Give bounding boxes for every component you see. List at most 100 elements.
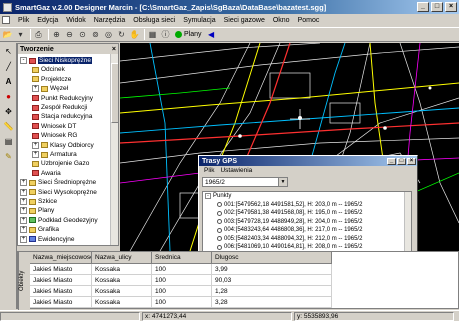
table-cell[interactable]: 1,28: [212, 286, 332, 297]
table-row[interactable]: Jakieś Miasto Kossaka 100 3,99: [30, 264, 332, 275]
expand-icon[interactable]: +: [32, 85, 39, 93]
menu-pomoc[interactable]: Pomoc: [294, 17, 324, 24]
tree-item[interactable]: + Szkice: [20, 197, 57, 206]
table-cell[interactable]: 90,03: [212, 275, 332, 286]
menu-sieci-gazowe[interactable]: Sieci gazowe: [220, 17, 269, 24]
expand-icon[interactable]: +: [20, 198, 27, 205]
gps-menu-ustawienia[interactable]: Ustawienia: [217, 167, 255, 174]
tree-item[interactable]: Zespół Redukcji: [32, 103, 87, 112]
measure-tool-icon[interactable]: 📏: [2, 120, 15, 132]
info-icon[interactable]: ⓘ: [160, 29, 171, 40]
expand-icon[interactable]: +: [32, 141, 39, 149]
gps-minimize-button[interactable]: _: [387, 157, 396, 165]
menu-okno[interactable]: Okno: [269, 17, 294, 24]
zoom-in-icon[interactable]: ⊕: [51, 29, 62, 40]
tree-item[interactable]: + Klasy Odbiorcy: [32, 141, 94, 150]
tree-item[interactable]: + Armatura: [32, 150, 77, 159]
gps-point-item[interactable]: 003:[5479728,19 4488949,28], H: 204,0 m …: [203, 218, 411, 227]
table-cell[interactable]: Kossaka: [92, 264, 152, 275]
expand-icon[interactable]: +: [20, 226, 27, 234]
tree-item[interactable]: + Węzeł: [32, 84, 68, 93]
tree-item[interactable]: Wniosek RG: [32, 131, 77, 140]
table-cell[interactable]: Kossaka: [92, 297, 152, 308]
gps-point-item[interactable]: 005:[5482403,34 4488094,32], H: 212,0 m …: [203, 235, 411, 244]
tree-item[interactable]: Odcinek: [32, 65, 65, 74]
maximize-button[interactable]: □: [431, 2, 443, 12]
expand-icon[interactable]: +: [20, 216, 27, 224]
pan-hand-icon[interactable]: ✋: [129, 29, 140, 40]
tree-item[interactable]: - Sieci Niskoprężne: [20, 56, 93, 65]
zoom-all-icon[interactable]: ⊚: [90, 29, 101, 40]
open-icon[interactable]: 📂: [2, 29, 13, 40]
menu-edycja[interactable]: Edycja: [33, 17, 62, 24]
table-cell[interactable]: 100: [152, 286, 212, 297]
zoom-out-icon[interactable]: ⊖: [64, 29, 75, 40]
tree-view[interactable]: - Sieci Niskoprężne Odcinek Projektcze + Węze…: [18, 54, 118, 245]
expand-icon[interactable]: +: [20, 207, 27, 215]
tree-item[interactable]: + Sieci Średnioprężne: [20, 178, 96, 187]
layers-icon[interactable]: ▦: [147, 29, 158, 40]
column-header[interactable]: Nazwa_miejscowosci: [30, 252, 92, 264]
gps-point-item[interactable]: 001:[5479562,18 4491581,52], H: 203,0 m …: [203, 201, 411, 210]
table-cell[interactable]: 100: [152, 275, 212, 286]
properties-tool-icon[interactable]: ▤: [2, 135, 15, 147]
gps-dialog-titlebar[interactable]: Trasy GPS _ □ ×: [199, 156, 417, 166]
gps-point-item[interactable]: 004:[5483243,64 4486808,36], H: 217,0 m …: [203, 226, 411, 235]
close-button[interactable]: ×: [445, 2, 457, 12]
tree-item[interactable]: + Sieci Wysokoprężne: [20, 188, 97, 197]
table-row[interactable]: Jakieś Miasto Kossaka 100 3,28: [30, 297, 332, 308]
node-tool-icon[interactable]: ●: [2, 90, 15, 102]
gps-point-item[interactable]: 002:[5479581,38 4491568,08], H: 195,0 m …: [203, 209, 411, 218]
table-row[interactable]: Jakieś Miasto Kossaka 100 90,03: [30, 275, 332, 286]
expand-icon[interactable]: +: [20, 179, 27, 187]
tree-scrollbar-thumb[interactable]: [111, 63, 118, 123]
tree-item[interactable]: Uzbrojenie Gazo: [32, 159, 89, 168]
tree-item[interactable]: Wniosek DT: [32, 122, 76, 131]
tree-item[interactable]: Awaria: [32, 169, 61, 178]
tree-item[interactable]: Projektcze: [32, 75, 71, 84]
dropdown-icon[interactable]: ▾: [15, 29, 26, 40]
refresh-icon[interactable]: ↻: [116, 29, 127, 40]
move-tool-icon[interactable]: ✥: [2, 105, 15, 117]
menu-obsluga-sieci[interactable]: Obsługa sieci: [129, 17, 179, 24]
gps-menu-plik[interactable]: Plik: [201, 167, 217, 174]
table-row[interactable]: Jakieś Miasto Kossaka 100 1,28: [30, 286, 332, 297]
zoom-previous-icon[interactable]: ◎: [103, 29, 114, 40]
table-cell[interactable]: 100: [152, 297, 212, 308]
expand-icon[interactable]: +: [20, 188, 27, 196]
pencil-tool-icon[interactable]: ✎: [2, 150, 15, 162]
table-cell[interactable]: Jakieś Miasto: [30, 297, 92, 308]
menu-widok[interactable]: Widok: [62, 17, 89, 24]
draw-line-icon[interactable]: ╱: [2, 60, 15, 72]
text-tool-icon[interactable]: A: [2, 75, 15, 87]
gps-maximize-button[interactable]: □: [397, 157, 406, 165]
table-cell[interactable]: Jakieś Miasto: [30, 264, 92, 275]
menu-narzedzia[interactable]: Narzędzia: [90, 17, 130, 24]
tree-item[interactable]: + Ewidencyjne: [20, 235, 75, 244]
gps-close-button[interactable]: ×: [407, 157, 416, 165]
table-cell[interactable]: 100: [152, 264, 212, 275]
back-arrow-icon[interactable]: ◀: [206, 29, 217, 40]
plany-button[interactable]: Plany: [175, 31, 202, 38]
collapse-icon[interactable]: -: [205, 193, 211, 200]
table-cell[interactable]: Kossaka: [92, 275, 152, 286]
table-cell[interactable]: 3,28: [212, 297, 332, 308]
menu-plik[interactable]: Plik: [14, 17, 33, 24]
print-icon[interactable]: ⎙: [33, 29, 44, 40]
zoom-window-icon[interactable]: ⊙: [77, 29, 88, 40]
tree-item[interactable]: + Plany: [20, 206, 54, 215]
expand-icon[interactable]: +: [32, 151, 39, 158]
table-cell[interactable]: 3,99: [212, 264, 332, 275]
table-cell[interactable]: Kossaka: [92, 286, 152, 297]
menu-symulacja[interactable]: Symulacja: [179, 17, 219, 24]
pointer-icon[interactable]: ↖: [2, 45, 15, 57]
tree-item[interactable]: Stacja redukcyjna: [32, 112, 92, 121]
minimize-button[interactable]: _: [417, 2, 429, 12]
tree-scrollbar[interactable]: [110, 54, 118, 245]
tree-item[interactable]: Punkt Redukcyjny: [32, 94, 93, 103]
column-header[interactable]: Nazwa_ulicy: [92, 252, 152, 264]
gps-filter-select[interactable]: 1965/2 ▼: [202, 177, 288, 187]
tree-close-icon[interactable]: ×: [112, 46, 116, 53]
chevron-down-icon[interactable]: ▼: [278, 178, 287, 186]
expand-icon[interactable]: +: [20, 235, 27, 243]
